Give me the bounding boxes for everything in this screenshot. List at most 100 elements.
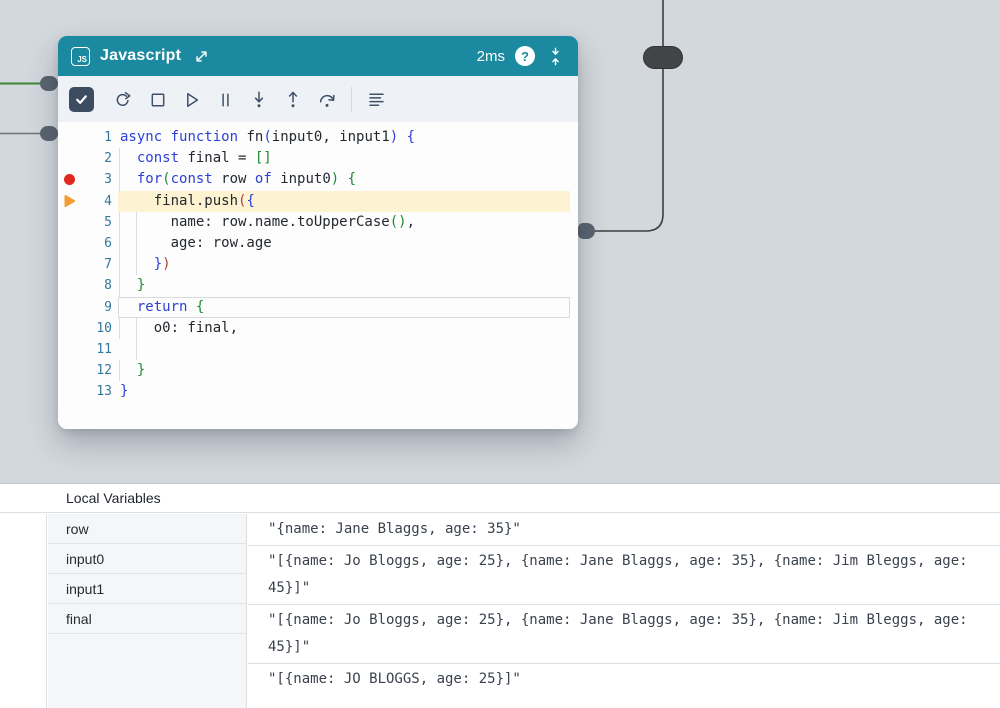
indent-guide [136, 212, 137, 233]
code-token: fn [238, 129, 263, 145]
code-token [339, 171, 347, 187]
step-over-button[interactable] [317, 89, 337, 109]
code-token: ( [162, 171, 170, 187]
code-token [120, 150, 137, 166]
step-out-button[interactable] [283, 89, 303, 109]
code-token: } [137, 362, 145, 378]
logs-button[interactable] [366, 89, 386, 109]
line-number[interactable]: 8 [80, 278, 112, 293]
input-port-2[interactable] [40, 126, 58, 141]
line-number[interactable]: 11 [80, 342, 112, 357]
code-token: } [120, 383, 128, 399]
indent-guide [136, 254, 137, 275]
code-line: 8 } [58, 275, 578, 296]
code-line: 6 age: row.age [58, 233, 578, 254]
code-token: , [407, 214, 415, 230]
code-token: name: row.name.toUpperCase [120, 214, 390, 230]
indent-guide [119, 212, 120, 233]
code-token: { [196, 299, 204, 315]
code-line: 4 final.push({ [58, 191, 578, 212]
code-content[interactable]: for(const row of input0) { [118, 169, 570, 190]
code-token: ) [162, 256, 170, 272]
variable-values-column: "{name: Jane Blaggs, age: 35}""[{name: J… [248, 514, 1000, 708]
code-content[interactable]: age: row.age [118, 233, 570, 254]
code-token: () [390, 214, 407, 230]
code-line: 5 name: row.name.toUpperCase(), [58, 212, 578, 233]
indent-guide [119, 254, 120, 275]
code-token [120, 256, 154, 272]
code-content[interactable]: const final = [] [118, 148, 570, 169]
workflow-canvas[interactable]: JS Javascript 2ms ? 1async func [0, 0, 1000, 708]
code-line: 1 async function fn(input0, input1) { [58, 127, 578, 148]
line-number[interactable]: 12 [80, 363, 112, 378]
continue-button[interactable] [181, 89, 201, 109]
code-line: 3 for(const row of input0) { [58, 169, 578, 190]
line-number[interactable]: 6 [80, 236, 112, 251]
line-number[interactable]: 3 [80, 172, 112, 187]
pause-icon [215, 89, 235, 109]
line-number[interactable]: 2 [80, 151, 112, 166]
code-token [120, 299, 137, 315]
variable-name-cell: input0 [48, 544, 246, 574]
stop-button[interactable] [147, 89, 167, 109]
help-icon[interactable]: ? [515, 46, 535, 66]
input-port-1[interactable] [40, 76, 58, 91]
code-token: input0, input1 [272, 129, 390, 145]
variables-table: rowinput0input1final "{name: Jane Blaggs… [0, 514, 1000, 708]
step-over-icon [317, 89, 337, 109]
line-number[interactable]: 9 [80, 300, 112, 315]
code-editor[interactable]: 1 async function fn(input0, input1) { 2 co… [58, 122, 578, 429]
step-out-icon [283, 89, 303, 109]
pause-button[interactable] [215, 89, 235, 109]
collapse-icon[interactable] [545, 46, 565, 66]
indent-guide [136, 233, 137, 254]
step-into-button[interactable] [249, 89, 269, 109]
debug-mode-toggle[interactable] [69, 87, 94, 112]
code-token: o0: final, [120, 320, 238, 336]
indent-guide [136, 318, 137, 339]
breakpoint-marker[interactable] [58, 174, 80, 185]
check-icon [75, 93, 88, 106]
code-token: const [171, 171, 213, 187]
current-execution-line[interactable]: final.push({ [118, 191, 570, 212]
step-into-icon [249, 89, 269, 109]
code-content[interactable] [118, 339, 570, 360]
output-port[interactable] [578, 223, 595, 239]
line-number[interactable]: 10 [80, 321, 112, 336]
code-token: row [213, 171, 255, 187]
code-content[interactable]: } [118, 275, 570, 296]
code-content[interactable]: o0: final, [118, 318, 570, 339]
line-number[interactable]: 1 [80, 130, 112, 145]
code-content[interactable]: }) [118, 254, 570, 275]
variable-names-column: rowinput0input1final [48, 514, 247, 708]
restart-button[interactable] [113, 89, 133, 109]
code-content[interactable]: name: row.name.toUpperCase(), [118, 212, 570, 233]
variable-value-cell: "[{name: Jo Bloggs, age: 25}, {name: Jan… [248, 546, 1000, 605]
code-content[interactable]: async function fn(input0, input1) { [118, 127, 570, 148]
indent-guide [119, 148, 120, 169]
variable-name-cell: input1 [48, 574, 246, 604]
code-token: } [154, 256, 162, 272]
code-content[interactable]: } [118, 360, 570, 381]
code-content[interactable]: } [118, 381, 570, 402]
code-token: [] [255, 150, 272, 166]
expand-icon[interactable] [191, 46, 211, 66]
line-number[interactable]: 5 [80, 215, 112, 230]
execution-arrow-icon [63, 194, 76, 208]
code-token: const [137, 150, 179, 166]
code-token: ) [390, 129, 398, 145]
panel-header: JS Javascript 2ms ? [58, 36, 578, 76]
cursor-line[interactable]: return { [118, 297, 570, 318]
edge-pill-node[interactable] [643, 46, 683, 69]
toolbar-divider [351, 87, 352, 112]
code-token: ) [331, 171, 339, 187]
code-token [398, 129, 406, 145]
code-token: function [171, 129, 238, 145]
line-number[interactable]: 4 [80, 194, 112, 209]
debugger-toolbar [58, 76, 578, 122]
code-token: age: row.age [120, 235, 272, 251]
execution-pointer-icon[interactable] [58, 194, 80, 208]
line-number[interactable]: 13 [80, 384, 112, 399]
code-token: ( [263, 129, 271, 145]
line-number[interactable]: 7 [80, 257, 112, 272]
